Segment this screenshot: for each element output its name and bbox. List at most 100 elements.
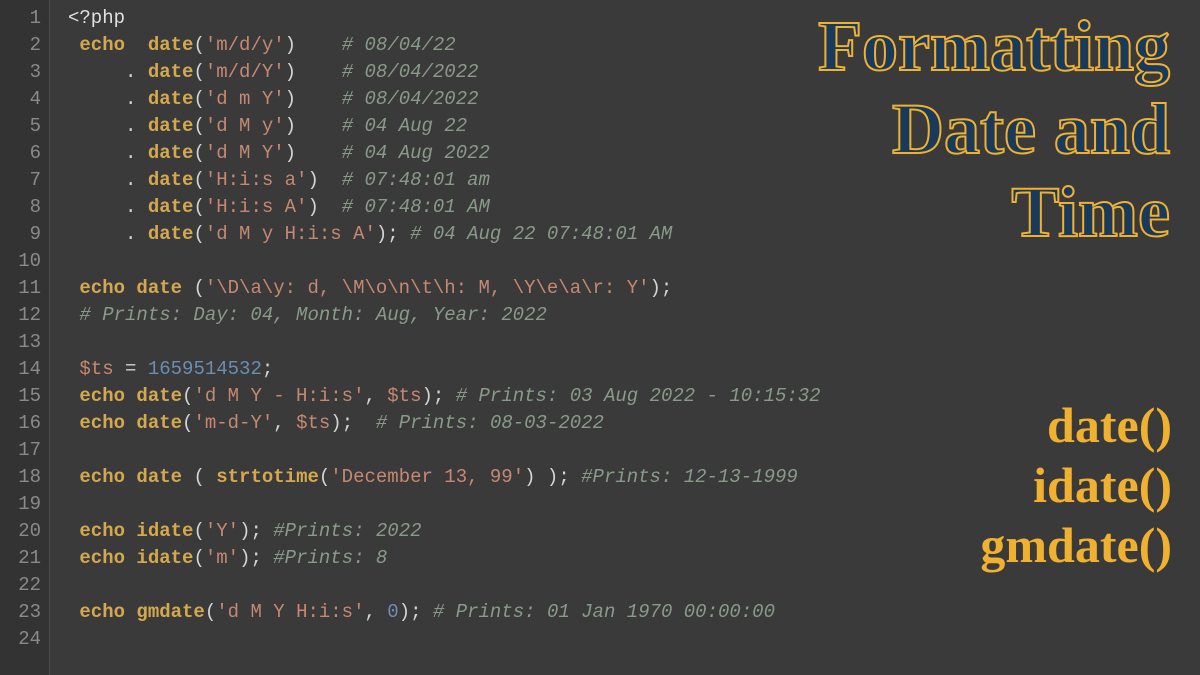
line-number: 21 <box>0 545 41 572</box>
string: 'd M Y H:i:s' <box>216 601 364 623</box>
code-line: . date('d M Y') # 04 Aug 2022 <box>68 140 1200 167</box>
func-date: date <box>148 61 194 83</box>
code-line: # Prints: Day: 04, Month: Aug, Year: 202… <box>68 302 1200 329</box>
variable: $ts <box>79 358 113 380</box>
string: 'H:i:s A' <box>205 196 308 218</box>
comment: # 07:48:01 AM <box>342 196 490 218</box>
func-date: date <box>148 142 194 164</box>
keyword-echo: echo <box>79 466 125 488</box>
func-date: date <box>136 412 182 434</box>
keyword-echo: echo <box>79 547 125 569</box>
code-line: echo idate('Y'); #Prints: 2022 <box>68 518 1200 545</box>
comment: # 07:48:01 am <box>342 169 490 191</box>
line-number: 18 <box>0 464 41 491</box>
comment: # 04 Aug 22 07:48:01 AM <box>410 223 672 245</box>
comment: # Prints: Day: 04, Month: Aug, Year: 202… <box>79 304 546 326</box>
string: 'd M y' <box>205 115 285 137</box>
line-number: 2 <box>0 32 41 59</box>
line-number: 4 <box>0 86 41 113</box>
comment: #Prints: 12-13-1999 <box>581 466 798 488</box>
func-date: date <box>148 169 194 191</box>
code-line <box>68 626 1200 653</box>
code-editor: 1 2 3 4 5 6 7 8 9 10 11 12 13 14 15 16 1… <box>0 0 1200 675</box>
string: 'm/d/y' <box>205 34 285 56</box>
code-line: echo date('d M Y - H:i:s', $ts); # Print… <box>68 383 1200 410</box>
comment: # 04 Aug 2022 <box>342 142 490 164</box>
string: '\D\a\y: d, \M\o\n\t\h: M, \Y\e\a\r: Y' <box>205 277 650 299</box>
string: 'm-d-Y' <box>193 412 273 434</box>
code-line <box>68 248 1200 275</box>
code-line: $ts = 1659514532; <box>68 356 1200 383</box>
comment: #Prints: 8 <box>273 547 387 569</box>
line-number: 6 <box>0 140 41 167</box>
func-date: date <box>148 34 194 56</box>
number: 0 <box>387 601 398 623</box>
keyword-echo: echo <box>79 277 125 299</box>
code-line: echo date('m/d/y') # 08/04/22 <box>68 32 1200 59</box>
code-line: . date('d m Y') # 08/04/2022 <box>68 86 1200 113</box>
php-open-tag: <?php <box>68 7 125 29</box>
line-number: 12 <box>0 302 41 329</box>
line-number-gutter: 1 2 3 4 5 6 7 8 9 10 11 12 13 14 15 16 1… <box>0 0 50 675</box>
number: 1659514532 <box>148 358 262 380</box>
string: 'd m Y' <box>205 88 285 110</box>
code-line: . date('m/d/Y') # 08/04/2022 <box>68 59 1200 86</box>
func-date: date <box>148 196 194 218</box>
comment: # 08/04/22 <box>342 34 456 56</box>
string: 'December 13, 99' <box>330 466 524 488</box>
line-number: 20 <box>0 518 41 545</box>
keyword-echo: echo <box>79 412 125 434</box>
line-number: 24 <box>0 626 41 653</box>
comment: #Prints: 2022 <box>273 520 421 542</box>
func-date: date <box>136 385 182 407</box>
keyword-echo: echo <box>79 385 125 407</box>
comment: # 04 Aug 22 <box>342 115 467 137</box>
line-number: 19 <box>0 491 41 518</box>
line-number: 8 <box>0 194 41 221</box>
line-number: 9 <box>0 221 41 248</box>
code-line: echo date('m-d-Y', $ts); # Prints: 08-03… <box>68 410 1200 437</box>
string: 'Y' <box>205 520 239 542</box>
func-gmdate: gmdate <box>136 601 204 623</box>
line-number: 1 <box>0 5 41 32</box>
code-line: . date('d M y') # 04 Aug 22 <box>68 113 1200 140</box>
comment: # Prints: 01 Jan 1970 00:00:00 <box>433 601 775 623</box>
comment: # Prints: 03 Aug 2022 - 10:15:32 <box>456 385 821 407</box>
func-idate: idate <box>136 520 193 542</box>
line-number: 13 <box>0 329 41 356</box>
code-line <box>68 329 1200 356</box>
code-line <box>68 572 1200 599</box>
code-line: echo gmdate('d M Y H:i:s', 0); # Prints:… <box>68 599 1200 626</box>
code-line: echo date ( strtotime('December 13, 99')… <box>68 464 1200 491</box>
code-line: . date('H:i:s A') # 07:48:01 AM <box>68 194 1200 221</box>
line-number: 7 <box>0 167 41 194</box>
variable: $ts <box>387 385 421 407</box>
func-date: date <box>136 466 182 488</box>
line-number: 11 <box>0 275 41 302</box>
code-line: echo date ('\D\a\y: d, \M\o\n\t\h: M, \Y… <box>68 275 1200 302</box>
keyword-echo: echo <box>79 520 125 542</box>
code-area[interactable]: <?php echo date('m/d/y') # 08/04/22 . da… <box>50 0 1200 675</box>
line-number: 22 <box>0 572 41 599</box>
line-number: 5 <box>0 113 41 140</box>
comment: # 08/04/2022 <box>342 61 479 83</box>
keyword-echo: echo <box>79 601 125 623</box>
line-number: 14 <box>0 356 41 383</box>
code-line <box>68 437 1200 464</box>
line-number: 23 <box>0 599 41 626</box>
keyword-echo: echo <box>79 34 125 56</box>
line-number: 10 <box>0 248 41 275</box>
func-date: date <box>148 223 194 245</box>
code-line: <?php <box>68 5 1200 32</box>
code-line <box>68 491 1200 518</box>
comment: # 08/04/2022 <box>342 88 479 110</box>
func-strtotime: strtotime <box>216 466 319 488</box>
code-line: echo idate('m'); #Prints: 8 <box>68 545 1200 572</box>
func-idate: idate <box>136 547 193 569</box>
comment: # Prints: 08-03-2022 <box>376 412 604 434</box>
variable: $ts <box>296 412 330 434</box>
line-number: 16 <box>0 410 41 437</box>
code-line: . date('H:i:s a') # 07:48:01 am <box>68 167 1200 194</box>
string: 'm' <box>205 547 239 569</box>
func-date: date <box>148 88 194 110</box>
